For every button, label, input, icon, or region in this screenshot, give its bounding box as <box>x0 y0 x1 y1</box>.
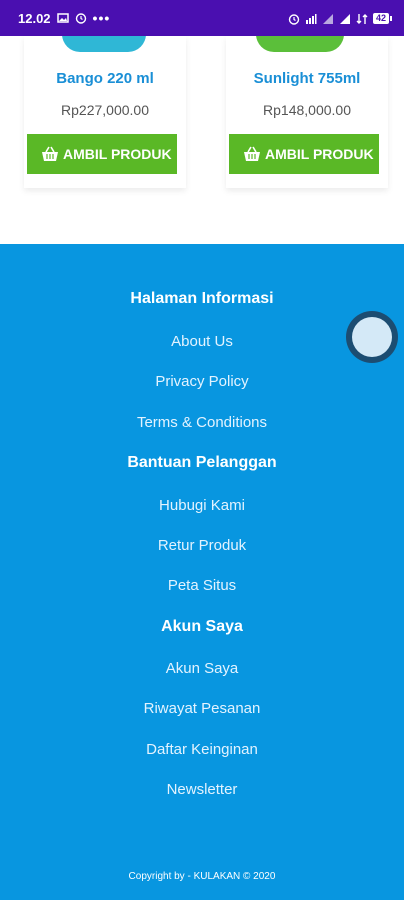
floating-button-icon <box>352 317 392 357</box>
section-title-akun-saya: Akun Saya <box>161 618 243 635</box>
gallery-icon <box>56 12 69 24</box>
ambil-produk-button[interactable]: AMBIL PRODUK <box>229 134 379 174</box>
footer-link-hubungi-kami[interactable]: Hubugi Kami <box>0 497 404 514</box>
battery-icon: 42 <box>372 12 392 24</box>
section-title-halaman-informasi: Halaman Informasi <box>130 290 274 307</box>
copyright-text: Copyright by - KULAKAN © 2020 <box>128 871 276 882</box>
alarm-icon <box>75 12 87 24</box>
product-price: Rp227,000.00 <box>61 102 149 118</box>
ambil-produk-label: AMBIL PRODUK <box>265 146 374 162</box>
status-bar: 12.02 ••• 42 <box>0 0 404 36</box>
section-title-bantuan-pelanggan: Bantuan Pelanggan <box>127 454 277 471</box>
signal-icon <box>339 12 351 24</box>
more-notifications-icon: ••• <box>92 10 111 26</box>
product-list: Bango 220 ml Rp227,000.00 AMBIL PRODUK S… <box>0 36 404 244</box>
footer-link-privacy-policy[interactable]: Privacy Policy <box>0 373 404 390</box>
basket-icon <box>42 146 58 161</box>
ambil-produk-label: AMBIL PRODUK <box>63 146 172 162</box>
footer-link-daftar-keinginan[interactable]: Daftar Keinginan <box>0 741 404 758</box>
ambil-produk-button[interactable]: AMBIL PRODUK <box>27 134 177 174</box>
data-transfer-icon <box>356 12 368 24</box>
footer-link-akun-saya[interactable]: Akun Saya <box>0 660 404 677</box>
product-card[interactable]: Bango 220 ml Rp227,000.00 AMBIL PRODUK <box>24 36 186 188</box>
product-image[interactable] <box>62 36 146 52</box>
footer-link-about-us[interactable]: About Us <box>0 333 404 350</box>
product-image[interactable] <box>256 36 344 52</box>
signal-icon <box>322 12 334 24</box>
product-price: Rp148,000.00 <box>263 102 351 118</box>
battery-level: 42 <box>372 12 389 24</box>
footer: Halaman Informasi About Us Privacy Polic… <box>0 244 404 900</box>
footer-link-terms[interactable]: Terms & Conditions <box>0 414 404 431</box>
footer-link-newsletter[interactable]: Newsletter <box>0 781 404 798</box>
footer-link-retur-produk[interactable]: Retur Produk <box>0 537 404 554</box>
footer-link-riwayat-pesanan[interactable]: Riwayat Pesanan <box>0 700 404 717</box>
status-time: 12.02 <box>18 10 51 26</box>
product-name[interactable]: Sunlight 755ml <box>226 70 388 87</box>
network-signal-icon <box>305 12 317 24</box>
floating-assistive-button[interactable] <box>346 311 398 363</box>
footer-link-peta-situs[interactable]: Peta Situs <box>0 577 404 594</box>
product-name[interactable]: Bango 220 ml <box>24 70 186 87</box>
basket-icon <box>244 146 260 161</box>
product-card[interactable]: Sunlight 755ml Rp148,000.00 AMBIL PRODUK <box>226 36 388 188</box>
alarm-icon <box>288 12 300 25</box>
